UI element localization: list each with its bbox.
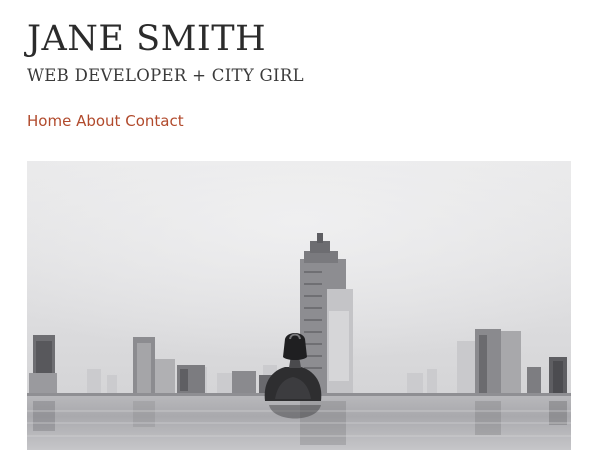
nav-link-home[interactable]: Home — [27, 112, 71, 130]
site-tagline: WEB DEVELOPER + CITY GIRL — [27, 66, 304, 85]
page: JANE SMITH WEB DEVELOPER + CITY GIRL Hom… — [0, 0, 600, 450]
nav-link-contact[interactable]: Contact — [125, 112, 183, 130]
hero-photo — [27, 161, 571, 450]
nav-link-about[interactable]: About — [76, 112, 120, 130]
hero-image — [27, 161, 571, 450]
main-nav: Home About Contact — [27, 110, 184, 132]
site-name: JANE SMITH — [27, 19, 267, 59]
